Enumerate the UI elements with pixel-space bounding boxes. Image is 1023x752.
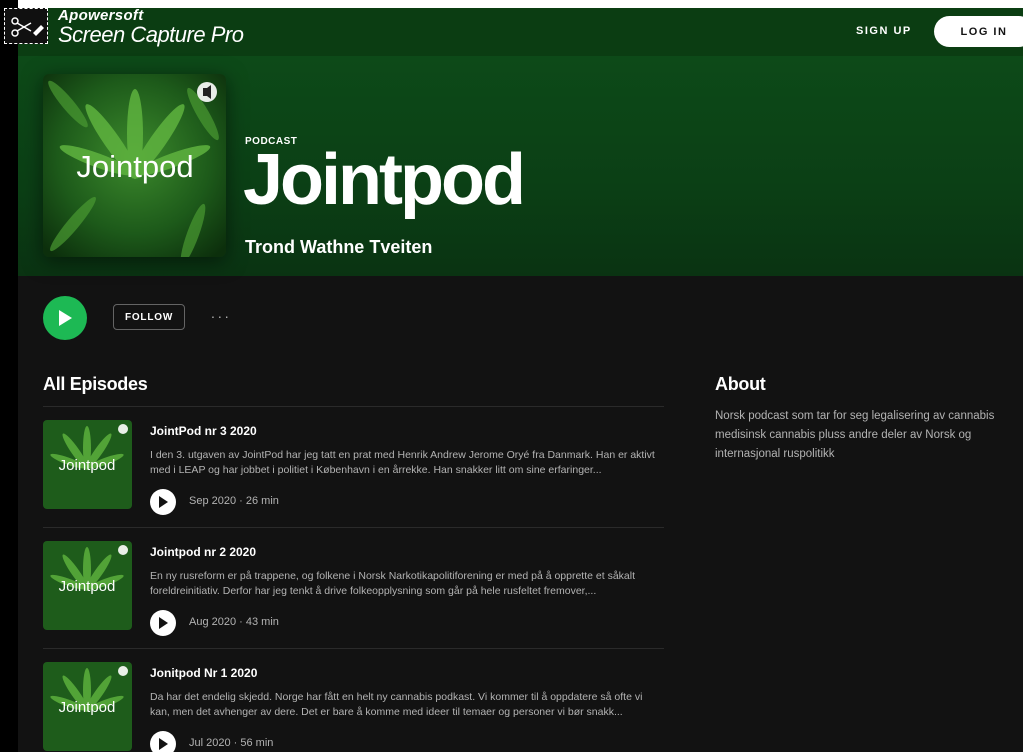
- svg-text:Jointpod: Jointpod: [59, 699, 116, 716]
- episode-thumbnail: Jointpod: [43, 662, 132, 751]
- scissors-icon: [4, 8, 48, 44]
- episode-play-button[interactable]: [150, 489, 176, 515]
- episode-meta: Aug 2020 · 43 min: [189, 616, 279, 628]
- svg-text:Jointpod: Jointpod: [59, 457, 116, 474]
- episode-thumbnail: Jointpod: [43, 420, 132, 509]
- watermark-brand: Apowersoft: [58, 7, 144, 24]
- watermark: Apowersoft Screen Capture Pro: [4, 7, 244, 47]
- episode-description: Da har det endelig skjedd. Norge har fåt…: [150, 691, 643, 718]
- episode-row[interactable]: Jointpod Jonitpod Nr 1 2020 Da har det e…: [43, 648, 664, 752]
- watermark-product: Screen Capture Pro: [58, 22, 244, 47]
- episode-meta: Jul 2020 · 56 min: [189, 737, 274, 749]
- episode-thumbnail: Jointpod: [43, 541, 132, 630]
- window-edge: [0, 0, 18, 752]
- episode-meta: Sep 2020 · 26 min: [189, 495, 279, 507]
- more-options-button[interactable]: ...: [211, 305, 232, 321]
- follow-button[interactable]: FOLLOW: [113, 304, 185, 330]
- episode-title[interactable]: JointPod nr 3 2020: [150, 424, 257, 438]
- log-in-button[interactable]: LOG IN: [934, 16, 1023, 47]
- sign-up-link[interactable]: SIGN UP: [856, 25, 912, 37]
- spotify-page: SIGN UP LOG IN Jointpod PODCAST Jointpod…: [18, 8, 1023, 752]
- episode-list: Jointpod JointPod nr 3 2020 I den 3. utg…: [43, 406, 664, 752]
- podcast-author[interactable]: Trond Wathne Tveiten: [245, 237, 432, 258]
- episode-title[interactable]: Jointpod nr 2 2020: [150, 545, 256, 559]
- podcast-title: Jointpod: [243, 140, 526, 220]
- play-button[interactable]: [43, 296, 87, 340]
- episode-play-button[interactable]: [150, 610, 176, 636]
- episode-description: En ny rusreform er på trappene, og folke…: [150, 570, 636, 597]
- podcast-header: Jointpod PODCAST Jointpod Trond Wathne T…: [18, 56, 1023, 276]
- episode-row[interactable]: Jointpod Jointpod nr 2 2020 En ny rusref…: [43, 527, 664, 648]
- cover-title: Jointpod: [76, 149, 193, 184]
- play-icon: [59, 310, 72, 326]
- podcast-cover-art: Jointpod: [43, 74, 226, 257]
- about-text: Norsk podcast som tar for seg legaliseri…: [715, 410, 995, 460]
- episode-description: I den 3. utgaven av JointPod har jeg tat…: [150, 449, 655, 476]
- about-heading: About: [715, 374, 766, 394]
- episodes-heading: All Episodes: [43, 374, 148, 394]
- svg-text:Jointpod: Jointpod: [59, 578, 116, 595]
- play-icon: [159, 617, 168, 629]
- play-icon: [159, 738, 168, 750]
- screen-edge: [0, 0, 1023, 8]
- episode-play-button[interactable]: [150, 731, 176, 752]
- episode-title[interactable]: Jonitpod Nr 1 2020: [150, 666, 257, 680]
- episode-row[interactable]: Jointpod JointPod nr 3 2020 I den 3. utg…: [43, 406, 664, 527]
- play-icon: [159, 496, 168, 508]
